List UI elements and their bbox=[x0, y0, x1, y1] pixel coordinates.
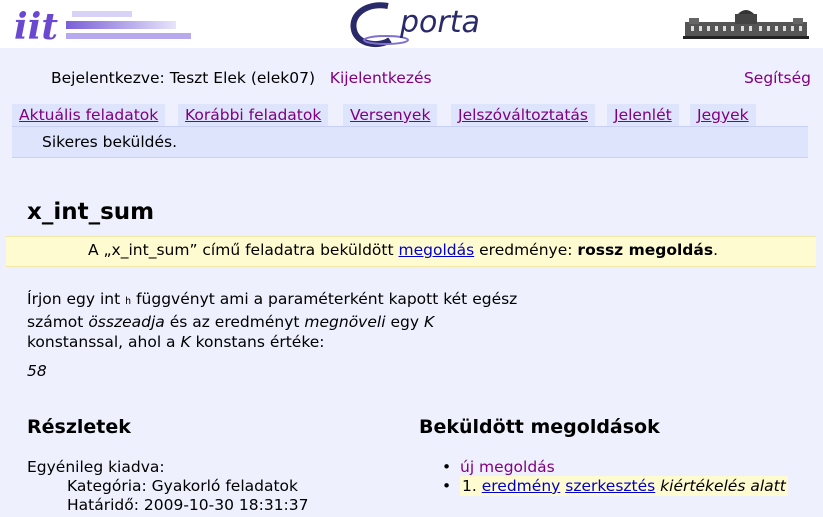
desc-emphasis: K bbox=[423, 313, 435, 331]
desc-text: konstanssal, ahol a bbox=[27, 333, 176, 351]
list-item: 1. eredmény szerkesztés kiértékelés alat… bbox=[442, 476, 788, 496]
result-middle: eredménye: bbox=[479, 241, 573, 259]
details-heading: Részletek bbox=[27, 416, 131, 438]
desc-emphasis: megnöveli bbox=[304, 313, 386, 331]
result-suffix: . bbox=[713, 241, 719, 259]
desc-emphasis: összeadja bbox=[88, 313, 165, 331]
list-item: új megoldás bbox=[442, 458, 788, 477]
deadline-value: Határidő: 2009-10-30 18:31:37 bbox=[67, 496, 309, 514]
submission-entry: 1. eredmény szerkesztés kiértékelés alat… bbox=[460, 476, 788, 496]
nav-previous-tasks[interactable]: Korábbi feladatok bbox=[178, 104, 329, 126]
desc-emphasis: K bbox=[180, 333, 191, 351]
desc-text: egy bbox=[390, 313, 420, 331]
login-status: Bejelentkezve: Teszt Elek (elek07) Kijel… bbox=[51, 69, 432, 87]
desc-text: konstans értéke: bbox=[195, 333, 325, 351]
submission-edit-link[interactable]: szerkesztés bbox=[565, 477, 655, 495]
nav-current-tasks[interactable]: Aktuális feladatok bbox=[12, 104, 166, 126]
desc-text: számot bbox=[27, 313, 84, 331]
status-message: Sikeres beküldés. bbox=[42, 133, 178, 151]
svg-text:porta: porta bbox=[399, 5, 480, 40]
desc-code: h bbox=[125, 296, 132, 307]
constant-value: 58 bbox=[27, 362, 47, 380]
logout-link[interactable]: Kijelentkezés bbox=[330, 69, 432, 87]
desc-text: és az eredményt bbox=[169, 313, 300, 331]
task-description: Írjon egy int h függvényt ami a paraméte… bbox=[27, 289, 547, 352]
solution-link[interactable]: megoldás bbox=[399, 241, 475, 259]
result-banner: A „x_int_sum” című feladatra beküldött m… bbox=[6, 236, 816, 267]
nav-contests[interactable]: Versenyek bbox=[343, 104, 438, 126]
university-building-icon bbox=[683, 10, 809, 39]
submission-result-link[interactable]: eredmény bbox=[482, 477, 561, 495]
logged-in-user: Bejelentkezve: Teszt Elek (elek07) bbox=[51, 69, 316, 87]
svg-text:iit: iit bbox=[14, 6, 58, 43]
status-bar: Sikeres beküldés. bbox=[12, 126, 808, 158]
submissions-heading: Beküldött megoldások bbox=[419, 416, 660, 438]
iit-logo: iit bbox=[14, 6, 191, 43]
submission-index: 1. bbox=[462, 477, 477, 495]
page-header: iit porta bbox=[0, 0, 823, 48]
submissions-list: új megoldás 1. eredmény szerkesztés kiér… bbox=[442, 458, 788, 496]
desc-text: függvényt ami a paraméterként kapott két… bbox=[136, 290, 518, 308]
submission-state: kiértékelés alatt bbox=[660, 477, 786, 495]
nav-attendance[interactable]: Jelenlét bbox=[607, 104, 679, 126]
details-section: Egyénileg kiadva: Kategória: Gyakorló fe… bbox=[27, 458, 309, 515]
nav-grades[interactable]: Jegyek bbox=[690, 104, 756, 126]
desc-text: Írjon egy int bbox=[27, 290, 121, 308]
category-value: Kategória: Gyakorló feladatok bbox=[67, 477, 299, 495]
result-verdict: rossz megoldás bbox=[577, 241, 714, 259]
help-link[interactable]: Segítség bbox=[744, 69, 811, 87]
result-prefix: A „x_int_sum” című feladatra beküldött bbox=[88, 241, 394, 259]
nav-change-password[interactable]: Jelszóváltoztatás bbox=[451, 104, 596, 126]
cporta-logo: porta bbox=[350, 2, 480, 48]
assignment-type: Egyénileg kiadva: bbox=[27, 458, 165, 476]
new-solution-link[interactable]: új megoldás bbox=[460, 458, 555, 476]
task-title: x_int_sum bbox=[27, 199, 155, 225]
